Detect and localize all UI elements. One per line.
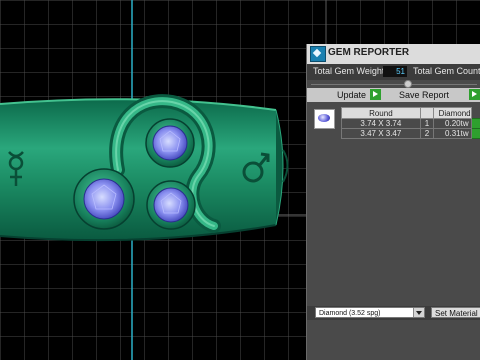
column-header-qty	[419, 107, 435, 119]
panel-splitter[interactable]	[307, 80, 480, 88]
gem-weight: 0.31tw	[433, 128, 472, 139]
gem-list: Round Diamond 3.74 X 3.74 1 0.20tw 3.47 …	[311, 105, 480, 140]
ring-model	[0, 94, 289, 242]
total-weight-value: 51	[383, 66, 407, 77]
gem-qty: 1	[419, 118, 435, 129]
gem-qty: 2	[419, 128, 435, 139]
totals-row: Total Gem Weight 51 Total Gem Count	[307, 64, 480, 80]
action-row: Update Save Report	[307, 88, 480, 102]
row-select-button[interactable]	[470, 128, 480, 139]
update-button[interactable]: Update	[337, 89, 366, 101]
table-row[interactable]: 3.74 X 3.74 1 0.20tw	[341, 118, 480, 129]
chevron-down-icon[interactable]	[413, 308, 424, 317]
save-report-play-icon[interactable]	[469, 89, 480, 100]
splitter-knob[interactable]	[404, 80, 412, 88]
panel-title: GEM REPORTER	[328, 47, 410, 58]
gem-thumbnail-icon[interactable]	[314, 109, 335, 129]
save-report-button[interactable]: Save Report	[399, 89, 449, 101]
gem-size: 3.47 X 3.47	[341, 128, 421, 139]
column-header-shape: Round	[341, 107, 421, 119]
material-select-value: Diamond (3.52 spg)	[319, 310, 381, 317]
gem-reporter-panel: GEM REPORTER Total Gem Weight 51 Total G…	[306, 44, 480, 360]
material-row: Diamond (3.52 spg) Set Material	[307, 306, 480, 320]
gem-weight: 0.20tw	[433, 118, 472, 129]
gem-bottom[interactable]	[153, 187, 189, 223]
set-material-button[interactable]: Set Material	[431, 307, 480, 318]
row-select-button[interactable]	[470, 118, 480, 129]
total-weight-label: Total Gem Weight	[313, 66, 385, 76]
gem-reporter-logo-icon	[310, 46, 326, 62]
gem-left[interactable]	[83, 178, 125, 220]
update-play-icon[interactable]	[370, 89, 381, 100]
material-select[interactable]: Diamond (3.52 spg)	[315, 307, 425, 318]
table-row[interactable]: 3.47 X 3.47 2 0.31tw	[341, 128, 480, 139]
panel-titlebar[interactable]: GEM REPORTER	[307, 44, 480, 65]
gem-top[interactable]	[152, 125, 188, 161]
column-header-material: Diamond	[433, 107, 472, 119]
gem-size: 3.74 X 3.74	[341, 118, 421, 129]
gem-table: Round Diamond 3.74 X 3.74 1 0.20tw 3.47 …	[341, 107, 480, 139]
total-count-label: Total Gem Count	[413, 66, 480, 76]
